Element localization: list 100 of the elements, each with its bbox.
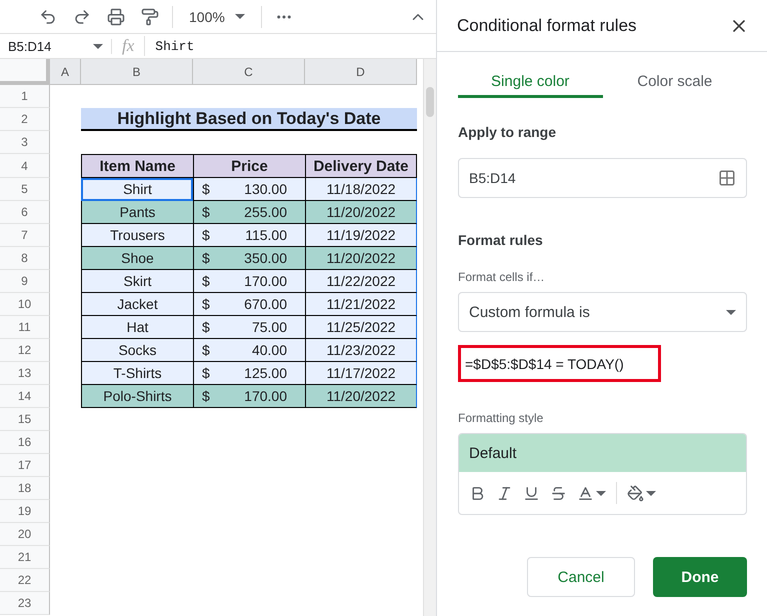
section-label: Format rules (458, 232, 544, 248)
row-header[interactable]: 12 (0, 339, 50, 362)
name-box[interactable]: B5:D14 (0, 38, 112, 54)
condition-dropdown[interactable]: Custom formula is (458, 292, 747, 332)
row-header[interactable]: 15 (0, 408, 50, 431)
price-value: 75.00 (252, 319, 287, 335)
table-cell[interactable]: Socks (81, 339, 193, 362)
column-title: Item Name (81, 154, 193, 178)
currency-symbol: $ (202, 342, 210, 358)
currency-symbol: $ (202, 250, 210, 266)
table-cell[interactable]: $ 170.00 (193, 385, 305, 408)
row-header[interactable]: 5 (0, 178, 50, 201)
table-cell[interactable]: 11/19/2022 (305, 224, 417, 247)
row-header[interactable]: 19 (0, 500, 50, 523)
row-header[interactable]: 14 (0, 385, 50, 408)
price-value: 255.00 (244, 204, 287, 220)
table-cell[interactable]: $ 130.00 (193, 178, 305, 201)
column-header[interactable]: C (193, 59, 305, 85)
table-cell[interactable]: 11/20/2022 (305, 201, 417, 224)
table-cell[interactable]: 11/21/2022 (305, 293, 417, 316)
panel-title: Conditional format rules (457, 16, 637, 36)
grid-icon[interactable] (718, 169, 736, 187)
field-label: Format cells if… (458, 270, 546, 284)
row-header[interactable]: 2 (0, 108, 50, 131)
currency-symbol: $ (202, 296, 210, 312)
row-header[interactable]: 23 (0, 592, 50, 615)
currency-symbol: $ (202, 388, 210, 404)
row-header[interactable]: 21 (0, 546, 50, 569)
table-cell[interactable]: Shirt (81, 178, 193, 201)
table-cell[interactable]: $ 40.00 (193, 339, 305, 362)
price-value: 170.00 (244, 388, 287, 404)
table-cell[interactable]: $ 75.00 (193, 316, 305, 339)
formula-field[interactable]: =$D$5:$D$14 = TODAY() (458, 345, 661, 382)
table-cell[interactable]: 11/20/2022 (305, 385, 417, 408)
table-cell[interactable]: Hat (81, 316, 193, 339)
table-cell[interactable]: 11/18/2022 (305, 178, 417, 201)
row-header[interactable]: 7 (0, 224, 50, 247)
table-cell[interactable]: 11/20/2022 (305, 247, 417, 270)
table-cell[interactable]: Polo-Shirts (81, 385, 193, 408)
price-value: 670.00 (244, 296, 287, 312)
tab[interactable]: Single color (458, 68, 602, 98)
table-cell[interactable]: $ 115.00 (193, 224, 305, 247)
tab[interactable]: Color scale (602, 68, 747, 98)
range-field[interactable]: B5:D14 (458, 158, 747, 198)
currency-symbol: $ (202, 273, 210, 289)
row-header[interactable]: 11 (0, 316, 50, 339)
row-header[interactable]: 9 (0, 270, 50, 293)
table-cell[interactable]: Trousers (81, 224, 193, 247)
column-header[interactable]: D (305, 59, 417, 85)
row-header[interactable]: 13 (0, 362, 50, 385)
price-value: 350.00 (244, 250, 287, 266)
row-header[interactable]: 10 (0, 293, 50, 316)
table-cell[interactable]: Pants (81, 201, 193, 224)
style-preview[interactable]: Default (459, 434, 746, 472)
table-cell[interactable]: 11/22/2022 (305, 270, 417, 293)
strikethrough-icon[interactable] (550, 484, 567, 502)
table-cell[interactable]: $ 125.00 (193, 362, 305, 385)
row-header[interactable]: 4 (0, 154, 50, 178)
table-cell[interactable]: $ 670.00 (193, 293, 305, 316)
row-header[interactable]: 22 (0, 569, 50, 592)
column-title: Delivery Date (305, 154, 417, 178)
table-cell[interactable]: T-Shirts (81, 362, 193, 385)
row-header[interactable]: 18 (0, 477, 50, 500)
price-value: 125.00 (244, 365, 287, 381)
table-cell[interactable]: 11/17/2022 (305, 362, 417, 385)
cancel-button[interactable]: Cancel (527, 557, 635, 597)
section-label: Apply to range (458, 124, 558, 140)
column-header[interactable]: B (81, 59, 193, 85)
currency-symbol: $ (202, 319, 210, 335)
done-button[interactable]: Done (653, 557, 747, 597)
table-cell[interactable]: Jacket (81, 293, 193, 316)
scrollbar[interactable] (423, 59, 436, 616)
table-cell[interactable]: 11/25/2022 (305, 316, 417, 339)
text-color-icon[interactable] (577, 484, 606, 502)
sheet-title: Highlight Based on Today's Date (81, 108, 417, 131)
row-header[interactable]: 20 (0, 523, 50, 546)
price-value: 115.00 (245, 227, 287, 243)
fill-color-icon[interactable] (627, 484, 656, 502)
row-header[interactable]: 3 (0, 131, 50, 154)
field-label: Formatting style (458, 411, 544, 425)
row-header[interactable]: 16 (0, 431, 50, 454)
column-header[interactable]: A (50, 59, 81, 85)
row-header[interactable]: 17 (0, 454, 50, 477)
table-cell[interactable]: $ 350.00 (193, 247, 305, 270)
underline-icon[interactable] (523, 484, 540, 502)
currency-symbol: $ (202, 181, 210, 197)
formula-value[interactable]: Shirt (145, 38, 194, 54)
row-header[interactable]: 6 (0, 201, 50, 224)
row-header[interactable]: 8 (0, 247, 50, 270)
table-cell[interactable]: $ 255.00 (193, 201, 305, 224)
table-cell[interactable]: 11/23/2022 (305, 339, 417, 362)
price-value: 130.00 (244, 181, 287, 197)
table-cell[interactable]: Shoe (81, 247, 193, 270)
row-header[interactable]: 1 (0, 85, 50, 108)
price-value: 40.00 (252, 342, 287, 358)
column-title: Price (193, 154, 305, 178)
zoom-dropdown[interactable]: 100% (183, 8, 251, 24)
table-cell[interactable]: $ 170.00 (193, 270, 305, 293)
table-cell[interactable]: Skirt (81, 270, 193, 293)
italic-icon[interactable] (496, 484, 513, 502)
